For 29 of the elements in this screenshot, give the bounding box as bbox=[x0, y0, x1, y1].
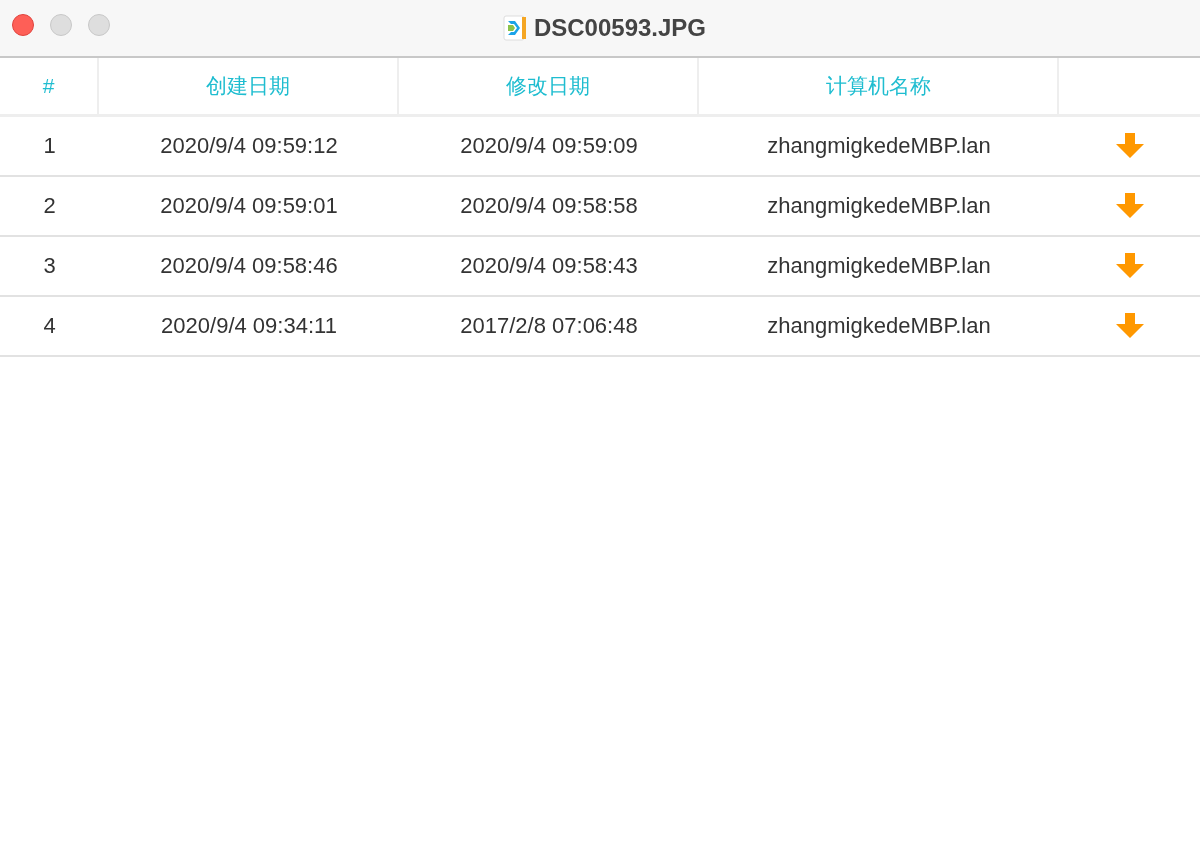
download-arrow-icon[interactable] bbox=[1115, 133, 1144, 159]
window-title: DSC00593.JPG bbox=[533, 14, 707, 42]
table-cell-text: 2020/9/4 09:58:43 bbox=[459, 252, 639, 280]
table-cell-text: 2 bbox=[42, 192, 57, 220]
table-cell-text: 1 bbox=[42, 132, 57, 160]
download-arrow-icon[interactable] bbox=[1115, 193, 1144, 219]
table-cell-text: 2020/9/4 09:59:09 bbox=[459, 132, 639, 160]
table-cell-text: zhangmigkedeMBP.lan bbox=[766, 132, 992, 160]
column-header: # bbox=[0, 58, 99, 114]
table-cell-text: 2020/9/4 09:34:11 bbox=[160, 312, 338, 340]
column-header: 创建日期 bbox=[99, 58, 399, 114]
table-cell-text: 2020/9/4 09:59:12 bbox=[159, 132, 339, 160]
app-icon bbox=[501, 14, 528, 42]
download-arrow-icon[interactable] bbox=[1115, 313, 1144, 339]
table-cell-text: 2020/9/4 09:58:58 bbox=[459, 192, 639, 220]
download-arrow-icon[interactable] bbox=[1115, 253, 1144, 279]
column-header: 修改日期 bbox=[399, 58, 699, 114]
table-cell-text: 2020/9/4 09:59:01 bbox=[159, 192, 339, 220]
table-cell-text: 3 bbox=[42, 252, 57, 280]
table-cell-text: 2017/2/8 07:06:48 bbox=[459, 312, 639, 340]
table-cell-text: zhangmigkedeMBP.lan bbox=[766, 252, 992, 280]
close-button[interactable] bbox=[12, 14, 34, 36]
zoom-button[interactable] bbox=[88, 14, 110, 36]
column-header: 计算机名称 bbox=[699, 58, 1059, 114]
minimize-button[interactable] bbox=[50, 14, 72, 36]
table-cell-text: zhangmigkedeMBP.lan bbox=[766, 312, 992, 340]
table-cell-text: 2020/9/4 09:58:46 bbox=[159, 252, 339, 280]
table-cell-text: zhangmigkedeMBP.lan bbox=[766, 192, 992, 220]
table-cell-text: 4 bbox=[42, 312, 57, 340]
